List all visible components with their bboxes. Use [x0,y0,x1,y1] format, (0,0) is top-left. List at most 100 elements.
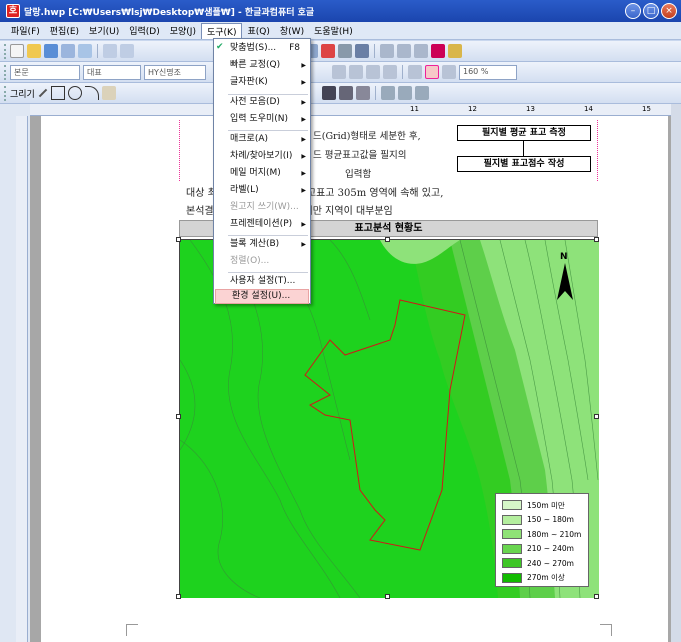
menu-item-label[interactable]: 라벨(L) ▶ [214,182,310,199]
align-right-icon[interactable] [442,65,456,79]
italic-icon[interactable] [349,65,363,79]
minimize-button[interactable]: – [625,3,641,19]
presentation-icon[interactable] [431,44,445,58]
menu-item-dictionary[interactable]: 사전 모음(D) ▶ [214,94,310,111]
resize-handle[interactable] [594,414,599,419]
menu-tools[interactable]: 도구(K) [200,22,243,39]
line-icon[interactable] [38,88,48,98]
vertical-ruler-area [0,104,30,642]
undo-icon[interactable] [103,44,117,58]
polygon-icon[interactable] [101,86,116,100]
body-text-line[interactable]: 드 평균표고값을 필지의 [313,147,406,161]
legend-label: 270m 이상 [527,573,565,583]
page-icon[interactable] [414,44,428,58]
menu-item-macro[interactable]: 매크로(A) ▶ [214,131,310,148]
flow-connector [523,141,524,156]
rectangle-icon[interactable] [50,86,65,100]
menu-item-manuscript: 원고지 쓰기(W)... [230,202,299,212]
menu-item-input-helper[interactable]: 입력 도우미(N) ▶ [214,111,310,128]
maximize-button[interactable]: □ [643,3,659,19]
new-document-icon[interactable] [10,44,24,58]
toolbar-separator [97,44,98,58]
menu-table[interactable]: 표(Q) [242,23,274,38]
line-style-icon[interactable] [321,86,336,100]
format-toolbar: 본문 대표 HY신명조 160 % [0,62,681,83]
menu-item-block-calc[interactable]: 블록 계산(B) ▶ [214,236,310,253]
font-combo[interactable]: HY신명조 [144,64,206,80]
redo-icon[interactable] [120,44,134,58]
submenu-arrow-icon: ▶ [301,99,306,106]
resize-handle[interactable] [176,594,181,599]
submenu-arrow-icon: ▶ [301,170,306,177]
arc-icon[interactable] [84,86,99,100]
title-bar: 호 달랑.hwp [C:₩Users₩lsj₩Desktop₩샘플₩] - 한글… [0,0,681,22]
menu-insert[interactable]: 입력(D) [124,23,165,38]
line-width-icon[interactable] [338,86,353,100]
columns-icon[interactable] [397,44,411,58]
ungroup-icon[interactable] [397,86,412,100]
menu-item-keyboard-layout[interactable]: 글자판(K) ▶ [214,74,310,91]
ellipse-icon[interactable] [67,86,82,100]
menu-file[interactable]: 파일(F) [6,23,45,38]
resize-handle[interactable] [385,237,390,242]
font-color-icon[interactable] [383,65,397,79]
flow-box-average-elevation[interactable]: 필지별 평균 표고 측정 [457,125,591,141]
book-icon[interactable] [448,44,462,58]
menu-help[interactable]: 도움말(H) [309,23,358,38]
body-text-line[interactable]: 드(Grid)형태로 세분한 후, [313,128,421,142]
submenu-arrow-icon: ▶ [301,116,306,123]
symbol-icon[interactable] [355,44,369,58]
checkmark-icon: ✔ [216,42,224,52]
print-icon[interactable] [61,44,75,58]
preview-icon[interactable] [78,44,92,58]
horizontal-ruler[interactable]: 11 12 13 14 15 [30,104,681,116]
resize-handle[interactable] [594,594,599,599]
menu-item-user-settings[interactable]: 사용자 설정(T)... [214,273,310,290]
zoom-combo[interactable]: 160 % [459,64,517,80]
menu-edit[interactable]: 편집(E) [45,23,84,38]
menu-item-quick-correct[interactable]: 빠른 교정(Q) ▶ [214,57,310,74]
vertical-scrollbar[interactable] [671,104,681,642]
save-icon[interactable] [44,44,58,58]
group-icon[interactable] [380,86,395,100]
hwp-app-icon[interactable]: 호 [6,4,20,18]
arrow-style-icon[interactable] [355,86,370,100]
menu-item-toc-index[interactable]: 차례/찾아보기(I) ▶ [214,148,310,165]
menu-item-preferences[interactable]: 환경 설정(U)... [215,289,309,304]
submenu-arrow-icon: ▶ [301,187,306,194]
bold-icon[interactable] [332,65,346,79]
flow-box-elevation-score[interactable]: 필지별 표고점수 작성 [457,156,591,172]
menu-view[interactable]: 보기(U) [84,23,124,38]
draw-label[interactable]: 그리기 [10,87,35,100]
toolbar-grip[interactable] [4,43,7,59]
legend-row: 240 ~ 270m [502,556,588,571]
menu-item-spellcheck[interactable]: 맞춤법(S)... F8 [214,40,310,57]
underline-icon[interactable] [366,65,380,79]
style-combo[interactable]: 본문 [10,64,80,80]
align-justify-icon[interactable] [425,65,439,79]
menu-item-presentation[interactable]: 프레젠테이션(P) ▶ [214,216,310,233]
menu-item-mail-merge[interactable]: 메일 머지(M) ▶ [214,165,310,182]
legend-label: 240 ~ 270m [527,558,574,568]
ruler-number: 13 [526,105,535,113]
resize-handle[interactable] [594,237,599,242]
submenu-arrow-icon: ▶ [301,136,306,143]
open-folder-icon[interactable] [27,44,41,58]
resize-handle[interactable] [176,414,181,419]
close-button[interactable]: × [661,3,677,19]
body-text-line[interactable]: 입력함 [345,166,371,180]
resize-handle[interactable] [176,237,181,242]
menu-bar: 파일(F) 편집(E) 보기(U) 입력(D) 모양(J) 도구(K) 표(Q)… [0,22,681,40]
submenu-arrow-icon: ▶ [301,79,306,86]
menu-window[interactable]: 창(W) [275,23,309,38]
chart-icon[interactable] [321,44,335,58]
layout-icon[interactable] [380,44,394,58]
font-type-combo[interactable]: 대표 [83,64,141,80]
resize-handle[interactable] [385,594,390,599]
order-icon[interactable] [414,86,429,100]
map-legend: 150m 미만 150 ~ 180m 180m ~ 210m 210 ~ 240m 24… [495,493,589,587]
menu-format[interactable]: 모양(J) [165,23,201,38]
align-left-icon[interactable] [408,65,422,79]
legend-row: 150 ~ 180m [502,513,588,528]
formula-icon[interactable] [338,44,352,58]
